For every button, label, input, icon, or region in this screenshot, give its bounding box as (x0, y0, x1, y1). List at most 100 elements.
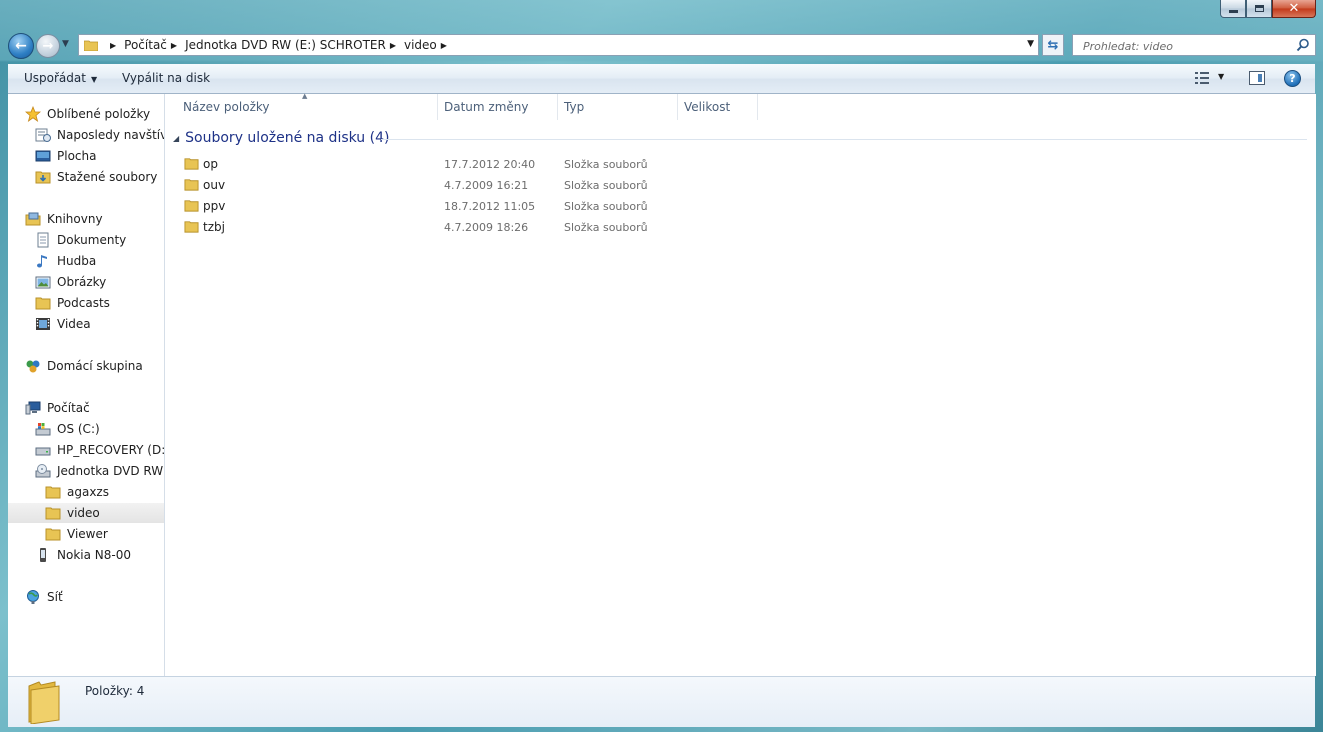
folder-icon (184, 158, 199, 170)
command-bar: Uspořádat ▼ Vypálit na disk ▼ ? (8, 64, 1315, 94)
chevron-right-icon[interactable]: ▶ (110, 41, 116, 50)
sidebar-item-computer[interactable]: Počítač (8, 398, 164, 418)
organize-button[interactable]: Uspořádat ▼ (24, 71, 97, 85)
maximize-icon (1254, 5, 1264, 12)
group-title: Soubory uložené na disku (4) (185, 130, 390, 146)
folder-icon (84, 40, 98, 51)
folder-large-icon (28, 681, 60, 724)
breadcrumb-item[interactable]: Počítač ▶ (124, 38, 185, 52)
chevron-right-icon[interactable]: ▶ (441, 41, 447, 50)
navigation-bar: ← → ▼ ▶ Počítač ▶ Jednotka DVD RW (E:) S… (0, 31, 1323, 59)
chevron-right-icon[interactable]: ▶ (171, 41, 177, 50)
file-type: Složka souborů (564, 158, 648, 171)
sidebar-item-folder-viewer[interactable]: Viewer (8, 524, 164, 544)
breadcrumb-root[interactable]: ▶ (106, 41, 124, 50)
documents-icon (35, 232, 51, 248)
refresh-button[interactable]: ⇆ (1042, 34, 1064, 56)
music-icon (35, 253, 51, 269)
forward-button[interactable]: → (36, 34, 60, 58)
maximize-button[interactable] (1246, 0, 1272, 18)
table-row[interactable]: ouv 4.7.2009 16:21 Složka souborů (165, 175, 1316, 196)
breadcrumb-item[interactable]: video ▶ (404, 38, 455, 52)
sidebar-item-downloads[interactable]: Stažené soubory (8, 167, 164, 187)
sidebar-item-documents[interactable]: Dokumenty (8, 230, 164, 250)
recent-pages-dropdown[interactable]: ▼ (62, 39, 69, 49)
chevron-right-icon[interactable]: ▶ (390, 41, 396, 50)
homegroup-icon (25, 358, 41, 374)
column-header-name[interactable]: Název položky ▲ (165, 92, 438, 120)
item-count: Položky: 4 (85, 684, 145, 698)
sidebar-item-videos[interactable]: Videa (8, 314, 164, 334)
sidebar-item-label: Podcasts (57, 296, 110, 310)
sidebar-item-label: Dokumenty (57, 233, 127, 247)
search-box (1072, 34, 1316, 56)
sort-ascending-icon: ▲ (302, 92, 308, 100)
breadcrumb-label[interactable]: Počítač (124, 38, 167, 52)
folder-icon (45, 526, 61, 542)
file-date: 4.7.2009 18:26 (444, 221, 529, 234)
downloads-folder-icon (35, 169, 51, 185)
sidebar-item-podcasts[interactable]: Podcasts (8, 293, 164, 313)
sidebar-item-dvd-drive[interactable]: Jednotka DVD RW (E:) SCHROTER (8, 461, 164, 481)
sidebar-item-libraries[interactable]: Knihovny (8, 209, 164, 229)
file-type: Složka souborů (564, 200, 648, 213)
sidebar-item-music[interactable]: Hudba (8, 251, 164, 271)
sidebar-item-favorites[interactable]: Oblíbené položky (8, 104, 164, 124)
file-type: Složka souborů (564, 179, 648, 192)
folder-icon (184, 179, 199, 191)
sidebar-item-network[interactable]: Síť (8, 587, 164, 607)
sidebar-item-label: Plocha (57, 149, 97, 163)
column-header-label: Typ (564, 100, 585, 114)
sidebar-item-phone[interactable]: Nokia N8-00 (8, 545, 164, 565)
sidebar-item-folder-agaxzs[interactable]: agaxzs (8, 482, 164, 502)
close-icon: ✕ (1288, 1, 1300, 16)
file-name: ppv (203, 199, 226, 213)
preview-pane-button[interactable] (1249, 71, 1265, 85)
table-row[interactable]: ppv 18.7.2012 11:05 Složka souborů (165, 196, 1316, 217)
sidebar-item-pictures[interactable]: Obrázky (8, 272, 164, 292)
search-icon[interactable] (1296, 38, 1310, 52)
file-name: tzbj (203, 220, 225, 234)
help-button[interactable]: ? (1284, 70, 1301, 87)
table-row[interactable]: op 17.7.2012 20:40 Složka souborů (165, 154, 1316, 175)
sidebar-item-desktop[interactable]: Plocha (8, 146, 164, 166)
view-options-dropdown-icon[interactable]: ▼ (1218, 72, 1224, 81)
sidebar-item-label: Stažené soubory (57, 170, 158, 184)
column-header-date[interactable]: Datum změny (438, 94, 558, 120)
burn-to-disc-button[interactable]: Vypálit na disk (122, 71, 210, 85)
sidebar-item-recent-places[interactable]: Naposledy navštívené (8, 125, 164, 145)
sidebar-item-label: Naposledy navštívené (57, 128, 164, 142)
table-row[interactable]: tzbj 4.7.2009 18:26 Složka souborů (165, 217, 1316, 238)
explorer-window: ✕ ← → ▼ ▶ Počítač ▶ Jednotka DVD RW (E:)… (0, 0, 1323, 732)
network-icon (25, 589, 41, 605)
back-button[interactable]: ← (8, 33, 34, 59)
refresh-icon: ⇆ (1047, 37, 1059, 53)
sidebar-item-homegroup[interactable]: Domácí skupina (8, 356, 164, 376)
sidebar-item-label: Hudba (57, 254, 97, 268)
file-name: ouv (203, 178, 226, 192)
address-bar[interactable]: ▶ Počítač ▶ Jednotka DVD RW (E:) SCHROTE… (78, 34, 1039, 56)
column-header-type[interactable]: Typ (558, 94, 678, 120)
sidebar-item-label: Domácí skupina (47, 359, 143, 373)
close-button[interactable]: ✕ (1272, 0, 1316, 18)
breadcrumb-label[interactable]: video (404, 38, 437, 52)
hard-drive-icon (35, 442, 51, 458)
minimize-button[interactable] (1220, 0, 1246, 18)
breadcrumb-label[interactable]: Jednotka DVD RW (E:) SCHROTER (185, 38, 386, 52)
address-history-dropdown-icon[interactable]: ▼ (1027, 39, 1034, 49)
search-input[interactable] (1081, 36, 1285, 56)
navigation-pane: Oblíbené položky Naposledy navštívené Pl… (8, 94, 165, 676)
sidebar-item-folder-video[interactable]: video (8, 503, 164, 523)
collapse-group-icon[interactable]: ◢ (173, 134, 179, 143)
minimize-icon (1228, 10, 1238, 13)
column-header-size[interactable]: Velikost (678, 94, 758, 120)
sidebar-item-label: HP_RECOVERY (D:) (57, 443, 165, 457)
change-view-icon[interactable] (1195, 72, 1209, 84)
sidebar-item-os-drive[interactable]: OS (C:) (8, 419, 164, 439)
sidebar-item-recovery-drive[interactable]: HP_RECOVERY (D:) (8, 440, 165, 460)
forward-arrow-icon: → (42, 38, 54, 54)
organize-label: Uspořádat (24, 71, 86, 85)
group-header[interactable]: ◢ Soubory uložené na disku (4) (173, 130, 389, 146)
breadcrumb-item[interactable]: Jednotka DVD RW (E:) SCHROTER ▶ (185, 38, 404, 52)
libraries-icon (25, 211, 41, 227)
